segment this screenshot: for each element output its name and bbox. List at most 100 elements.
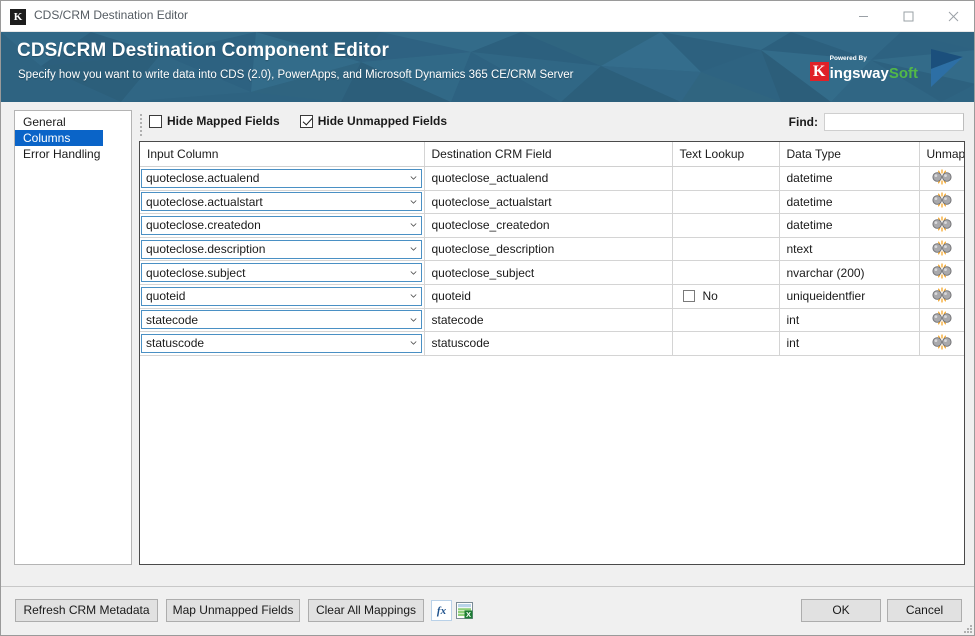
- cell-input-column[interactable]: quoteclose.actualend: [140, 167, 424, 191]
- cell-destination-crm-field[interactable]: quoteclose_description: [424, 237, 672, 261]
- close-button[interactable]: [931, 1, 975, 31]
- window-controls: [841, 1, 975, 31]
- cell-unmap[interactable]: [919, 237, 964, 261]
- powered-by-label: Powered By: [830, 56, 867, 63]
- cell-unmap[interactable]: [919, 284, 964, 308]
- cell-unmap[interactable]: [919, 167, 964, 191]
- data-type-value: datetime: [780, 195, 919, 209]
- expression-editor-button[interactable]: fx: [431, 600, 452, 621]
- table-row[interactable]: quoteclose.descriptionquoteclose_descrip…: [140, 237, 964, 261]
- header-banner: CDS/CRM Destination Component Editor Spe…: [1, 32, 975, 102]
- unmap-button[interactable]: [931, 192, 953, 211]
- cell-data-type: nvarchar (200): [779, 261, 919, 285]
- cell-destination-crm-field[interactable]: quoteclose_actualend: [424, 167, 672, 191]
- find-area: Find:: [789, 113, 964, 131]
- cell-text-lookup[interactable]: [672, 308, 779, 332]
- cancel-button[interactable]: Cancel: [887, 599, 962, 622]
- text-lookup-checkbox[interactable]: [683, 290, 695, 302]
- hide-unmapped-fields-checkbox[interactable]: Hide Unmapped Fields: [300, 114, 447, 128]
- cell-text-lookup[interactable]: [672, 190, 779, 214]
- unmap-button[interactable]: [931, 169, 953, 188]
- sidebar-item-columns[interactable]: Columns: [15, 130, 103, 146]
- cell-text-lookup[interactable]: [672, 167, 779, 191]
- cell-text-lookup[interactable]: [672, 214, 779, 238]
- resize-grip-icon[interactable]: [961, 622, 973, 634]
- find-input[interactable]: [824, 113, 964, 131]
- cell-destination-crm-field[interactable]: quoteclose_actualstart: [424, 190, 672, 214]
- clear-all-mappings-button[interactable]: Clear All Mappings: [308, 599, 424, 622]
- chevron-down-icon: [410, 200, 417, 204]
- chevron-down-icon: [410, 176, 417, 180]
- cell-input-column[interactable]: quoteid: [140, 284, 424, 308]
- table-row[interactable]: statecodestatecodeint: [140, 308, 964, 332]
- cell-destination-crm-field[interactable]: quoteid: [424, 284, 672, 308]
- cell-input-column[interactable]: quoteclose.subject: [140, 261, 424, 285]
- hide-mapped-fields-checkbox[interactable]: Hide Mapped Fields: [149, 114, 280, 128]
- svg-text:X: X: [466, 610, 471, 619]
- export-grid-button[interactable]: X: [454, 600, 475, 621]
- mapping-table: Input Column Destination CRM Field Text …: [140, 142, 964, 356]
- minimize-button[interactable]: [841, 1, 886, 31]
- table-row[interactable]: quoteclose.subjectquoteclose_subject nvar…: [140, 261, 964, 285]
- maximize-button[interactable]: [886, 1, 931, 31]
- cell-input-column[interactable]: statecode: [140, 308, 424, 332]
- table-row[interactable]: quoteclose.createdonquoteclose_createdon…: [140, 214, 964, 238]
- cell-input-column[interactable]: quoteclose.createdon: [140, 214, 424, 238]
- ok-button[interactable]: OK: [801, 599, 881, 622]
- input-column-combobox[interactable]: quoteid: [141, 287, 422, 306]
- refresh-crm-metadata-button[interactable]: Refresh CRM Metadata: [15, 599, 158, 622]
- column-mapping-grid[interactable]: Input Column Destination CRM Field Text …: [139, 141, 965, 565]
- column-header-data-type[interactable]: Data Type: [779, 142, 919, 167]
- input-column-combobox[interactable]: quoteclose.subject: [141, 263, 422, 282]
- page-list-sidebar[interactable]: General Columns Error Handling: [14, 110, 132, 565]
- cell-unmap[interactable]: [919, 190, 964, 214]
- sidebar-item-general[interactable]: General: [15, 114, 131, 130]
- input-column-combobox[interactable]: quoteclose.description: [141, 240, 422, 259]
- columns-pane: Hide Mapped Fields Hide Unmapped Fields …: [139, 110, 965, 565]
- table-header-row: Input Column Destination CRM Field Text …: [140, 142, 964, 167]
- cell-destination-crm-field[interactable]: quoteclose_createdon: [424, 214, 672, 238]
- map-unmapped-fields-button[interactable]: Map Unmapped Fields: [166, 599, 300, 622]
- unmap-icon: [931, 192, 953, 208]
- column-header-text-lookup[interactable]: Text Lookup: [672, 142, 779, 167]
- cell-unmap[interactable]: [919, 261, 964, 285]
- cell-destination-crm-field[interactable]: quoteclose_subject: [424, 261, 672, 285]
- column-header-input-column[interactable]: Input Column: [140, 142, 424, 167]
- sidebar-item-error-handling[interactable]: Error Handling: [15, 146, 131, 162]
- hide-unmapped-fields-box[interactable]: [300, 115, 313, 128]
- unmap-button[interactable]: [931, 240, 953, 259]
- title-bar: K CDS/CRM Destination Editor: [1, 1, 975, 32]
- cell-destination-crm-field[interactable]: statecode: [424, 308, 672, 332]
- hide-mapped-fields-box[interactable]: [149, 115, 162, 128]
- toolbar-gripper[interactable]: [140, 114, 144, 132]
- unmap-button[interactable]: [931, 334, 953, 353]
- cell-unmap[interactable]: [919, 308, 964, 332]
- export-grid-icon: X: [456, 602, 473, 619]
- cell-unmap[interactable]: [919, 214, 964, 238]
- table-row[interactable]: quoteclose.actualendquoteclose_actualend…: [140, 167, 964, 191]
- unmap-button[interactable]: [931, 263, 953, 282]
- unmap-button[interactable]: [931, 216, 953, 235]
- cell-input-column[interactable]: statuscode: [140, 332, 424, 356]
- column-header-destination-crm-field[interactable]: Destination CRM Field: [424, 142, 672, 167]
- cell-unmap[interactable]: [919, 332, 964, 356]
- cell-text-lookup[interactable]: [672, 261, 779, 285]
- cell-text-lookup[interactable]: [672, 237, 779, 261]
- unmap-button[interactable]: [931, 287, 953, 306]
- input-column-combobox[interactable]: statuscode: [141, 334, 422, 353]
- input-column-combobox[interactable]: quoteclose.actualstart: [141, 192, 422, 211]
- table-row[interactable]: quoteidquoteidNouniqueidentfier: [140, 284, 964, 308]
- column-header-unmap[interactable]: Unmap: [919, 142, 964, 167]
- input-column-combobox[interactable]: quoteclose.createdon: [141, 216, 422, 235]
- unmap-button[interactable]: [931, 310, 953, 329]
- cell-text-lookup[interactable]: [672, 332, 779, 356]
- input-column-combobox[interactable]: statecode: [141, 310, 422, 329]
- cell-text-lookup[interactable]: No: [672, 284, 779, 308]
- table-row[interactable]: quoteclose.actualstartquoteclose_actuals…: [140, 190, 964, 214]
- input-column-combobox[interactable]: quoteclose.actualend: [141, 169, 422, 188]
- table-row[interactable]: statuscodestatuscodeint: [140, 332, 964, 356]
- text-lookup-control[interactable]: No: [673, 289, 779, 303]
- cell-input-column[interactable]: quoteclose.actualstart: [140, 190, 424, 214]
- cell-input-column[interactable]: quoteclose.description: [140, 237, 424, 261]
- cell-destination-crm-field[interactable]: statuscode: [424, 332, 672, 356]
